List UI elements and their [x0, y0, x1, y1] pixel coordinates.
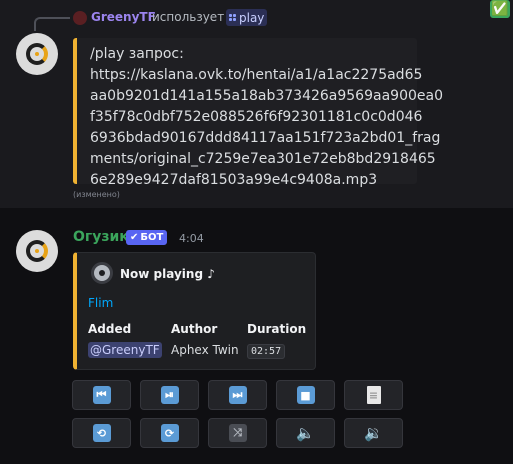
bot-logo-icon [26, 240, 48, 262]
shuffle-icon: ⤨ [228, 424, 247, 442]
command-query-box: /play запрос: https://kaslana.ovk.to/hen… [73, 38, 443, 188]
reply-username[interactable]: GreenyTF [91, 10, 156, 24]
volume-down-icon: 🔈 [296, 424, 315, 442]
play-pause-icon: ⏯ [160, 386, 179, 404]
repeat-one-icon: ⟲ [92, 424, 111, 442]
bot-avatar[interactable] [16, 230, 58, 272]
duration-code: 02:57 [247, 344, 286, 359]
repeat-one-button[interactable]: ⟲ [72, 418, 131, 448]
message-timestamp: 4:04 [179, 232, 204, 245]
bot-tag-label: БОТ [140, 232, 164, 243]
field-added-label: Added [88, 322, 132, 336]
avatar[interactable] [16, 33, 58, 75]
repeat-icon: ⟳ [160, 424, 179, 442]
previous-button[interactable]: ⏮ [72, 380, 131, 410]
bot-username[interactable]: Огузик [73, 229, 129, 245]
reply-connector [34, 17, 70, 31]
field-author-value: Aphex Twin [171, 343, 239, 357]
shuffle-button[interactable]: ⤨ [208, 418, 267, 448]
verified-check-icon: ✔ [130, 232, 139, 243]
bot-logo-icon [26, 43, 48, 65]
command-chip[interactable]: play [226, 9, 268, 26]
play-pause-button[interactable]: ⏯ [140, 380, 199, 410]
user-mention[interactable]: @GreenyTF [88, 342, 162, 358]
command-query-text[interactable]: /play запрос: https://kaslana.ovk.to/hen… [90, 44, 443, 191]
next-button[interactable]: ⏭ [208, 380, 267, 410]
field-added-value[interactable]: @GreenyTF [88, 342, 162, 358]
volume-up-icon: 🔉 [364, 424, 383, 442]
stop-button[interactable]: ■ [276, 380, 335, 410]
embed-title: Now playing ♪ [120, 267, 215, 281]
field-duration-label: Duration [247, 322, 307, 336]
check-reaction-icon[interactable]: ✅ [490, 0, 510, 18]
reply-uses-text: использует [152, 10, 225, 24]
volume-down-button[interactable]: 🔈 [276, 418, 335, 448]
previous-track-icon: ⏮ [92, 386, 111, 404]
slash-command-icon [229, 14, 236, 21]
volume-up-button[interactable]: 🔉 [344, 418, 403, 448]
repeat-button[interactable]: ⟳ [140, 418, 199, 448]
queue-document-icon: ≡ [366, 386, 381, 404]
queue-button[interactable]: ≡ [344, 380, 403, 410]
field-author-label: Author [171, 322, 218, 336]
track-link[interactable]: Flim [88, 296, 113, 310]
command-name: play [239, 10, 265, 25]
reply-avatar[interactable] [73, 11, 87, 25]
edited-label: (изменено) [73, 190, 120, 199]
next-track-icon: ⏭ [228, 386, 247, 404]
message-user-command: GreenyTF использует play ✅ /play запрос:… [0, 0, 513, 208]
bot-tag: ✔ БОТ [126, 230, 168, 245]
field-duration-value: 02:57 [247, 343, 286, 359]
stop-icon: ■ [296, 386, 315, 404]
now-playing-embed: Now playing ♪ Flim Added Author Duration… [73, 252, 316, 370]
disc-icon [91, 262, 113, 284]
